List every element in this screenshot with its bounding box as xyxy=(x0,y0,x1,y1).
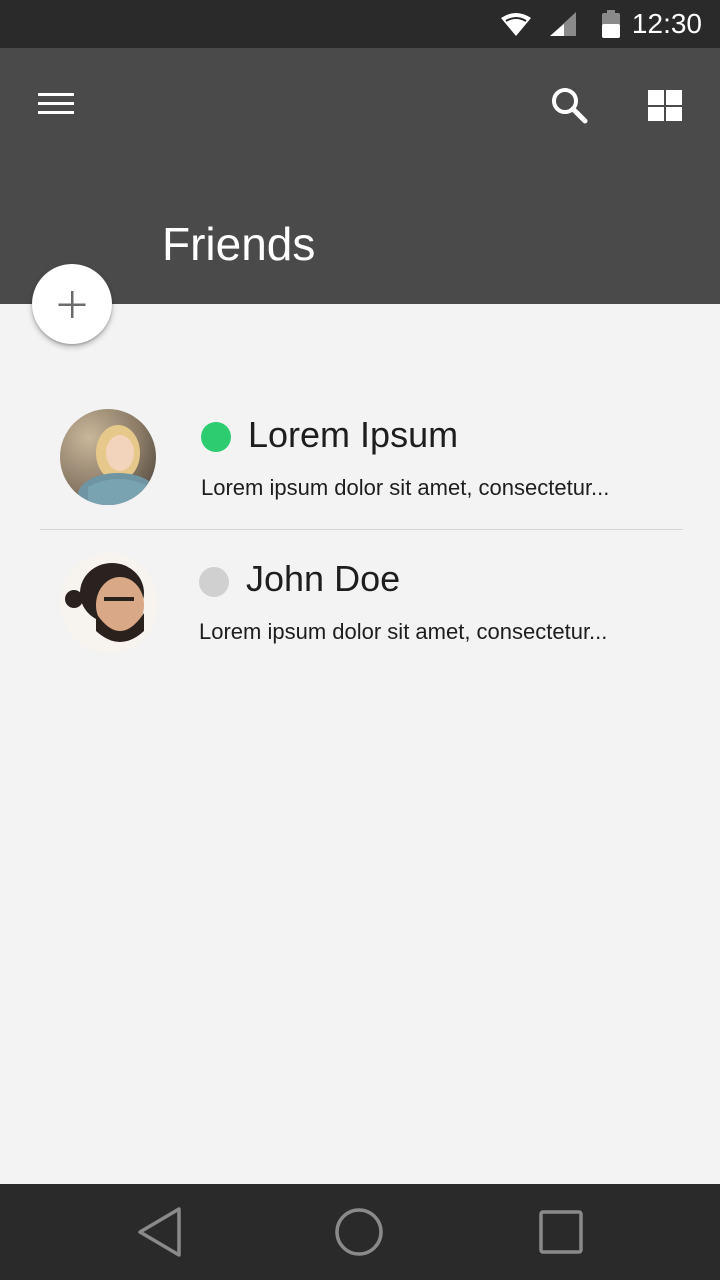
friend-message-preview: Lorem ipsum dolor sit amet, consectetur.… xyxy=(201,475,610,500)
wifi-icon xyxy=(500,12,532,41)
avatar xyxy=(60,409,156,505)
recents-button[interactable] xyxy=(533,1204,589,1260)
grid-view-button[interactable] xyxy=(637,76,693,132)
signal-icon xyxy=(550,12,576,41)
battery-icon xyxy=(602,10,620,43)
page-title: Friends xyxy=(162,218,316,270)
add-friend-button[interactable] xyxy=(32,264,112,344)
friend-name: John Doe xyxy=(246,558,401,599)
friend-list-item[interactable]: John Doe Lorem ipsum dolor sit amet, con… xyxy=(0,553,720,697)
back-button[interactable] xyxy=(132,1204,188,1260)
home-button[interactable] xyxy=(331,1204,387,1260)
search-button[interactable] xyxy=(540,76,596,132)
friend-list-item[interactable]: Lorem Ipsum Lorem ipsum dolor sit amet, … xyxy=(0,409,720,553)
navigation-bar xyxy=(0,1184,720,1280)
offline-status-dot xyxy=(199,567,229,597)
avatar xyxy=(60,553,158,653)
friend-name: Lorem Ipsum xyxy=(248,414,459,455)
friend-message-preview: Lorem ipsum dolor sit amet, consectetur.… xyxy=(199,619,608,644)
online-status-dot xyxy=(201,422,231,452)
menu-button[interactable] xyxy=(28,76,84,132)
status-bar: 12:30 xyxy=(0,0,720,48)
clock: 12:30 xyxy=(631,8,702,39)
divider xyxy=(40,529,683,530)
